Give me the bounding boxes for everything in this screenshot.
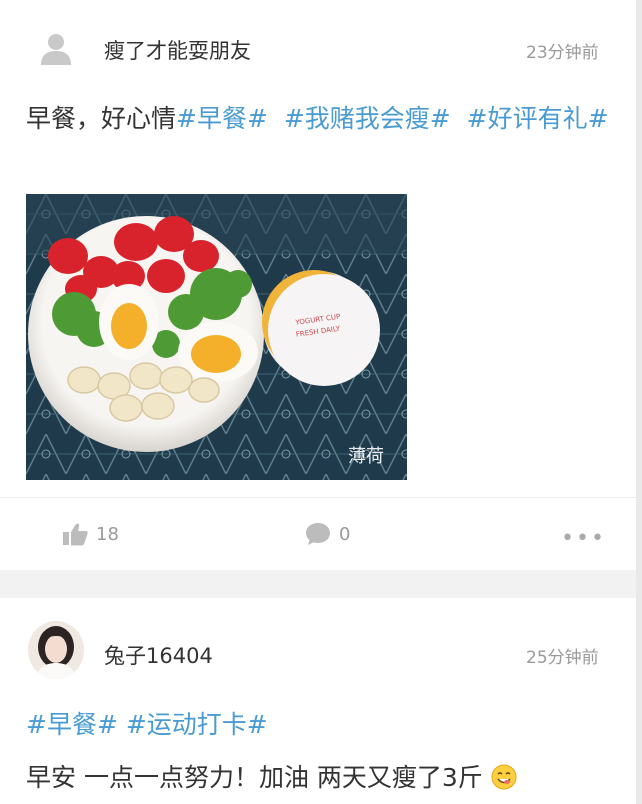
like-count: 18 bbox=[96, 523, 119, 545]
default-user-avatar-icon[interactable] bbox=[38, 30, 74, 66]
post1-tag-breakfast[interactable]: #早餐# bbox=[176, 104, 268, 133]
post2-body: 早安 一点一点努力！加油 两天又瘦了3斤 bbox=[26, 763, 483, 792]
photo-watermark: 薄荷 bbox=[348, 446, 384, 467]
post1-divider bbox=[0, 497, 636, 498]
post2-text: 早安 一点一点努力！加油 两天又瘦了3斤 bbox=[26, 757, 616, 799]
comment-bubble-icon bbox=[306, 523, 330, 545]
post2-tags-line: #早餐# #运动打卡# bbox=[26, 704, 616, 746]
breakfast-photo-image: YOGURT CUP FRESH DAILY 薄荷 bbox=[26, 194, 407, 480]
comment-count: 0 bbox=[339, 523, 351, 545]
post1-body: 早餐，好心情 bbox=[26, 104, 177, 133]
post1-timestamp: 23分钟前 bbox=[526, 43, 599, 63]
post1-tag-review-gift[interactable]: #好评有礼# bbox=[467, 104, 609, 133]
post2-username[interactable]: 兔子16404 bbox=[104, 640, 213, 670]
user-avatar[interactable] bbox=[28, 621, 84, 679]
post1-username[interactable]: 瘦了才能耍朋友 bbox=[104, 35, 251, 65]
avatar-portrait-image bbox=[28, 621, 84, 679]
comment-button[interactable]: 0 bbox=[305, 522, 350, 546]
smiling-face-emoji bbox=[491, 764, 517, 790]
more-dots-icon[interactable]: ••• bbox=[561, 526, 606, 551]
post2-tag-workout-checkin[interactable]: #运动打卡# bbox=[126, 710, 268, 739]
post2-tag-breakfast[interactable]: #早餐# bbox=[26, 710, 118, 739]
post2-timestamp: 25分钟前 bbox=[526, 648, 599, 668]
thumbs-up-icon bbox=[63, 523, 88, 546]
post1-tag-bet-lose-weight[interactable]: #我赌我会瘦# bbox=[284, 104, 451, 133]
post1-photo[interactable]: YOGURT CUP FRESH DAILY 薄荷 bbox=[26, 194, 407, 480]
scroll-gutter bbox=[636, 0, 642, 804]
like-button[interactable]: 18 bbox=[62, 522, 119, 546]
post1-text: 早餐，好心情#早餐# #我赌我会瘦# #好评有礼# bbox=[26, 98, 616, 140]
